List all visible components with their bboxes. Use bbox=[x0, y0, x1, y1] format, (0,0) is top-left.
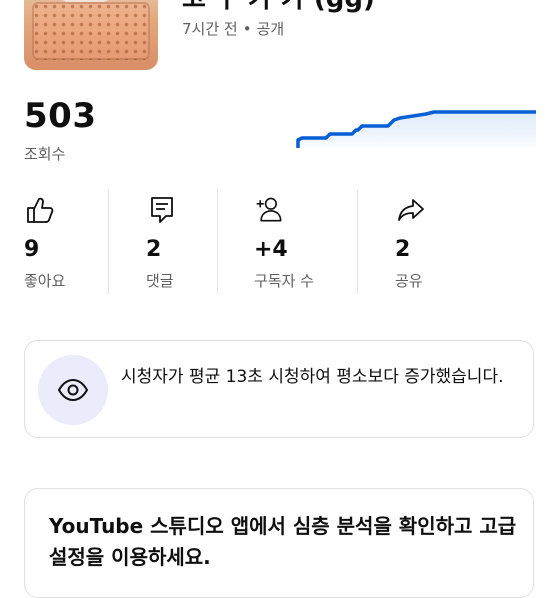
likes-count: 9 bbox=[24, 237, 40, 262]
video-visibility: 공개 bbox=[256, 20, 285, 38]
video-thumbnail[interactable] bbox=[24, 0, 158, 70]
subscribers-label: 구독자 수 bbox=[254, 272, 314, 290]
thumbnail-pattern bbox=[32, 2, 150, 60]
comments-count: 2 bbox=[146, 237, 162, 262]
divider bbox=[217, 190, 218, 294]
stats-row: 9 좋아요 2 댓글 +4 구독자 수 2 공유 bbox=[0, 190, 560, 296]
eye-icon bbox=[58, 379, 88, 401]
likes-label: 좋아요 bbox=[24, 272, 66, 290]
views-label: 조회수 bbox=[24, 145, 66, 163]
promo-text: YouTube 스튜디오 앱에서 심층 분석을 확인하고 고급 설정을 이용하세… bbox=[49, 514, 517, 569]
insight-icon-badge bbox=[38, 355, 108, 425]
insight-card[interactable]: 시청자가 평균 13초 시청하여 평소보다 증가했습니다. bbox=[24, 340, 534, 438]
subscribers-count: +4 bbox=[254, 237, 288, 262]
studio-promo-card[interactable]: YouTube 스튜디오 앱에서 심층 분석을 확인하고 고급 설정을 이용하세… bbox=[24, 488, 534, 598]
thumbs-up-icon bbox=[27, 197, 54, 223]
divider bbox=[357, 190, 358, 294]
comment-icon bbox=[151, 197, 173, 223]
add-subscriber-icon bbox=[256, 197, 282, 222]
views-sparkline bbox=[296, 110, 536, 148]
video-time: 7시간 전 bbox=[182, 20, 238, 38]
sparkline-area bbox=[298, 112, 536, 148]
shares-label: 공유 bbox=[395, 272, 423, 290]
share-icon bbox=[398, 199, 424, 221]
comments-label: 댓글 bbox=[146, 272, 174, 290]
video-meta: 7시간 전 • 공개 bbox=[182, 18, 284, 39]
insight-text: 시청자가 평균 13초 시청하여 평소보다 증가했습니다. bbox=[121, 367, 504, 387]
views-count: 503 bbox=[24, 96, 97, 136]
meta-separator: • bbox=[242, 20, 252, 38]
divider bbox=[108, 190, 109, 294]
video-title[interactable]: 고 구 가 가 (gg) bbox=[182, 0, 375, 15]
shares-count: 2 bbox=[395, 237, 411, 262]
